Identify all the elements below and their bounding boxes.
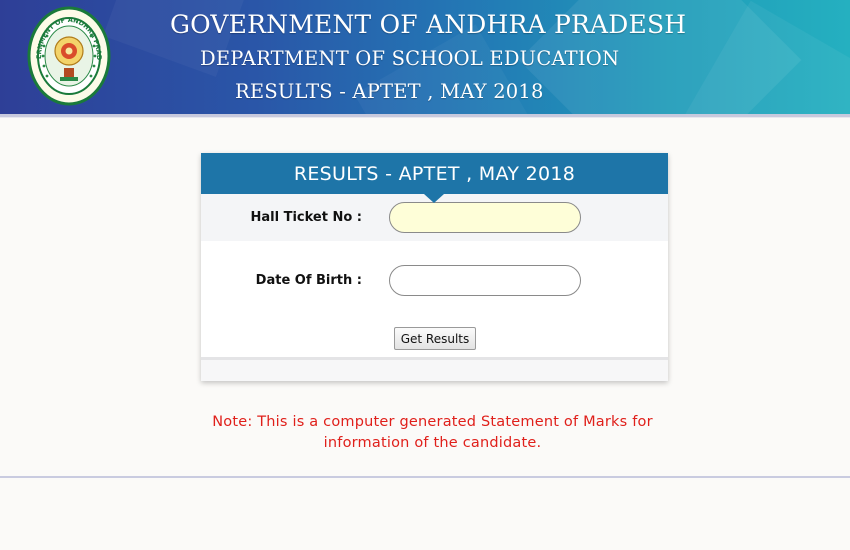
dob-input[interactable] — [389, 265, 581, 296]
header-pointer-arrow — [424, 194, 444, 203]
andhra-pradesh-emblem-icon: GOVERNMENT OF ANDHRA PRADESH — [27, 6, 111, 106]
hall-ticket-label: Hall Ticket No : — [250, 210, 362, 225]
footer-divider — [0, 476, 850, 478]
government-title: GOVERNMENT OF ANDHRA PRADESH — [170, 10, 687, 39]
hall-ticket-input[interactable] — [389, 202, 581, 233]
header-banner: GOVERNMENT OF ANDHRA PRADESH GOVERNMENT … — [0, 0, 850, 114]
department-title: DEPARTMENT OF SCHOOL EDUCATION — [200, 47, 620, 70]
note-line-1: Note: This is a computer generated State… — [212, 414, 653, 430]
form-title: RESULTS - APTET , MAY 2018 — [201, 153, 668, 194]
results-form-panel: RESULTS - APTET , MAY 2018 Hall Ticket N… — [201, 153, 668, 381]
get-results-button[interactable]: Get Results — [394, 327, 476, 350]
header-divider-light — [0, 117, 850, 118]
note-line-2: information of the candidate. — [323, 435, 542, 451]
disclaimer-note: Note: This is a computer generated State… — [160, 412, 705, 454]
panel-footer — [201, 360, 668, 381]
results-subtitle: RESULTS - APTET , MAY 2018 — [235, 80, 544, 103]
dob-label: Date Of Birth : — [255, 273, 362, 288]
